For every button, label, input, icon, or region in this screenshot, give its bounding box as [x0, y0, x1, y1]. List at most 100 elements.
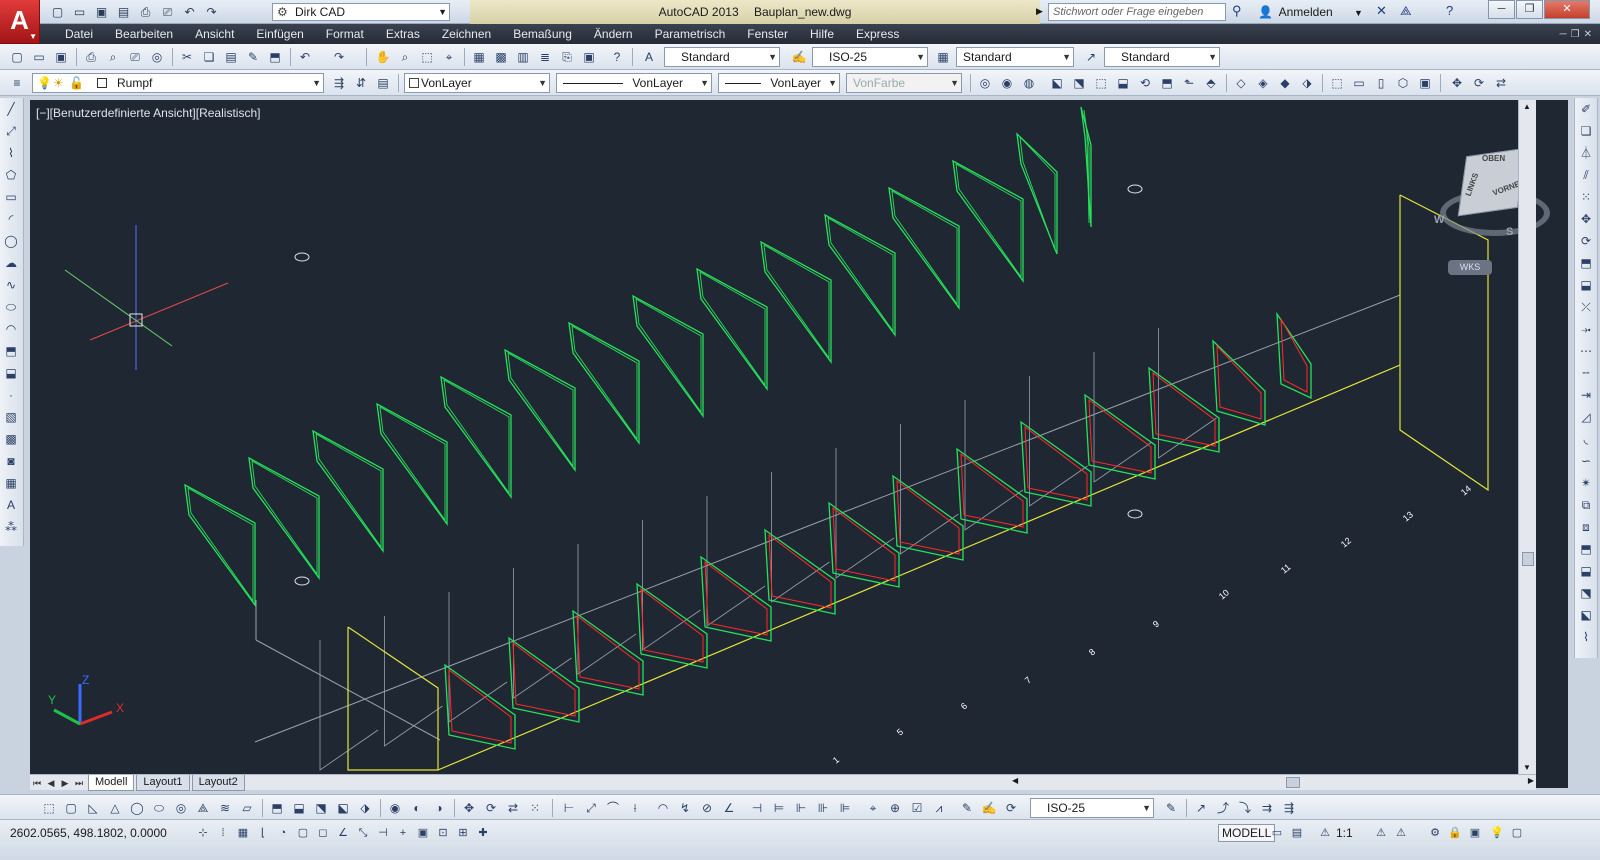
sweep-icon[interactable]: ⬑: [1180, 74, 1198, 92]
quick-view-drawings-icon[interactable]: ▤: [1288, 824, 1306, 842]
doc-minimize-button[interactable]: ─: [1560, 29, 1567, 40]
break-icon[interactable]: ╌: [1575, 362, 1597, 384]
circle-icon[interactable]: ◯: [0, 230, 22, 252]
dim-style-select[interactable]: ISO-25 ▼: [812, 47, 928, 67]
visual-style-wireframe-icon[interactable]: ◇: [1232, 74, 1250, 92]
rectangle-icon[interactable]: ▭: [0, 186, 22, 208]
orbit-icon[interactable]: ◎: [976, 74, 994, 92]
spline-icon[interactable]: ∿: [0, 274, 22, 296]
wedge-icon[interactable]: ◺: [84, 799, 102, 817]
open-icon[interactable]: ▭: [30, 48, 48, 66]
dimension-style-select[interactable]: ISO-25 ▼: [1030, 798, 1154, 818]
visual-style-realistic-icon[interactable]: ◆: [1276, 74, 1294, 92]
3d-print-icon[interactable]: ◎: [148, 48, 166, 66]
layer-properties-icon[interactable]: ≡: [8, 74, 26, 92]
menu-datei[interactable]: Datei: [54, 24, 104, 44]
binoculars-icon[interactable]: ⚲: [1232, 3, 1242, 19]
zoom-previous-icon[interactable]: ⌖: [440, 48, 458, 66]
color-select[interactable]: VonLayer ▼: [404, 73, 550, 93]
linetype-select[interactable]: VonLayer ▼: [556, 73, 712, 93]
scroll-down-icon[interactable]: ▼: [1523, 763, 1531, 772]
radius-icon[interactable]: ◠: [654, 799, 672, 817]
workspace-select[interactable]: ⚙ Dirk CAD ▼: [272, 3, 450, 21]
qnew-icon[interactable]: ▢: [8, 48, 26, 66]
join-icon[interactable]: ⇥: [1575, 384, 1597, 406]
extrude-icon[interactable]: ⬓: [1114, 74, 1132, 92]
redo-icon[interactable]: ↷: [202, 3, 221, 21]
view-front-icon[interactable]: ▭: [1350, 74, 1368, 92]
plot-preview-icon[interactable]: ⎙: [136, 3, 155, 21]
menu-express[interactable]: Express: [845, 24, 910, 44]
close-button[interactable]: ✕: [1544, 0, 1590, 19]
text-style-icon[interactable]: A: [640, 48, 658, 66]
plot-preview-icon[interactable]: ⌕: [104, 48, 122, 66]
free-orbit-icon[interactable]: ◉: [998, 74, 1016, 92]
continuous-orbit-icon[interactable]: ◍: [1020, 74, 1038, 92]
design-center-icon[interactable]: ▩: [492, 48, 510, 66]
menu-aendern[interactable]: Ändern: [583, 24, 644, 44]
auto-scale-icon[interactable]: ⚠: [1392, 824, 1410, 842]
table-style-select[interactable]: Standard ▼: [956, 47, 1074, 67]
print-icon[interactable]: ⎚: [158, 3, 177, 21]
table-style-icon[interactable]: ▦: [934, 48, 952, 66]
draw-order-front-icon[interactable]: ⧉: [1575, 494, 1597, 516]
add-leader-icon[interactable]: ⤴: [1214, 799, 1232, 817]
jogged-icon[interactable]: ↯: [676, 799, 694, 817]
continue-icon[interactable]: ⊩: [792, 799, 810, 817]
break-dim-icon[interactable]: ⊫: [836, 799, 854, 817]
tool-palettes-icon[interactable]: ▥: [514, 48, 532, 66]
transparency-icon[interactable]: ▣: [414, 824, 432, 842]
3d-rotate-icon[interactable]: ⟳: [482, 799, 500, 817]
doc-close-button[interactable]: ✕: [1584, 29, 1592, 40]
extrude-icon[interactable]: ⬒: [268, 799, 286, 817]
horizontal-scroll-thumb[interactable]: [1286, 777, 1300, 788]
vertical-scrollbar[interactable]: ▲ ▼: [1518, 100, 1536, 774]
lineweight-display-icon[interactable]: +: [394, 824, 412, 842]
revolve-icon[interactable]: ⟲: [1136, 74, 1154, 92]
pyramid-icon[interactable]: ⟁: [194, 799, 212, 817]
save-icon[interactable]: ▣: [52, 48, 70, 66]
mleader-style-icon[interactable]: ↗: [1082, 48, 1100, 66]
dynamic-ucs-icon[interactable]: ⤡: [354, 824, 372, 842]
zoom-window-icon[interactable]: ⬚: [418, 48, 436, 66]
view-iso-icon[interactable]: ⬡: [1394, 74, 1412, 92]
3d-align-icon[interactable]: ⇄: [504, 799, 522, 817]
layer-previous-icon[interactable]: ⇵: [352, 74, 370, 92]
table-icon[interactable]: ▦: [0, 472, 22, 494]
revision-cloud-icon[interactable]: ☁: [0, 252, 22, 274]
dimension-edit-icon[interactable]: ✎: [958, 799, 976, 817]
next-tab-icon[interactable]: ▶: [58, 778, 72, 789]
align-leaders-icon[interactable]: ⇉: [1258, 799, 1276, 817]
calculator-icon[interactable]: ▣: [580, 48, 598, 66]
publish-icon[interactable]: ⎚: [126, 48, 144, 66]
menu-extras[interactable]: Extras: [375, 24, 431, 44]
subtract-icon[interactable]: ◐: [408, 799, 426, 817]
angular-icon[interactable]: ∠: [720, 799, 738, 817]
break-at-point-icon[interactable]: ⋯: [1575, 340, 1597, 362]
jogged-linear-icon[interactable]: ⩘: [930, 799, 948, 817]
scroll-right-icon[interactable]: ▶: [1528, 776, 1534, 785]
save-as-icon[interactable]: ▤: [114, 3, 133, 21]
move-3d-icon[interactable]: ✥: [1448, 74, 1466, 92]
menu-einfuegen[interactable]: Einfügen: [245, 24, 314, 44]
stay-connected-icon[interactable]: ⟁: [1400, 3, 1412, 19]
linear-dimension-icon[interactable]: ⊢: [560, 799, 578, 817]
ellipse-arc-icon[interactable]: ◠: [0, 318, 22, 340]
insert-block-icon[interactable]: ⬒: [0, 340, 22, 362]
polyline-icon[interactable]: ⌇: [0, 142, 22, 164]
arc-length-icon[interactable]: ⌒: [604, 799, 622, 817]
extend-icon[interactable]: ⤞: [1575, 318, 1597, 340]
presspull-icon[interactable]: ⬘: [1202, 74, 1220, 92]
helix-icon[interactable]: ≋: [216, 799, 234, 817]
lineweight-select[interactable]: VonLayer ▼: [718, 73, 840, 93]
prev-tab-icon[interactable]: ◀: [44, 778, 58, 789]
search-input[interactable]: Stichwort oder Frage eingeben: [1048, 3, 1226, 21]
object-snap-icon[interactable]: ▢: [294, 824, 312, 842]
make-current-layer-icon[interactable]: ⇶: [330, 74, 348, 92]
ordinate-icon[interactable]: ⟊: [626, 799, 644, 817]
box-icon[interactable]: ▢: [62, 799, 80, 817]
layer-states-icon[interactable]: ▤: [374, 74, 392, 92]
match-properties-icon[interactable]: ✎: [244, 48, 262, 66]
3d-move-icon[interactable]: ✥: [460, 799, 478, 817]
space-icon[interactable]: ⊪: [814, 799, 832, 817]
